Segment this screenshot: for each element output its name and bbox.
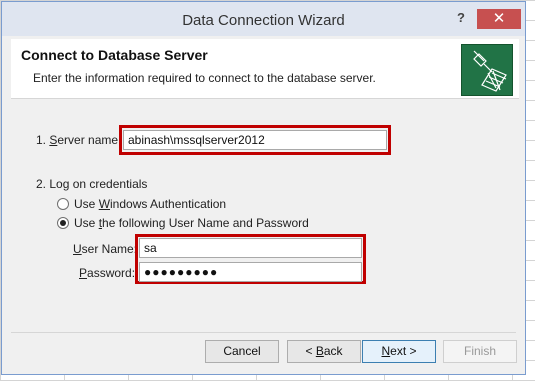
password-input[interactable] (139, 262, 362, 282)
window-title: Data Connection Wizard (182, 12, 345, 29)
radio-selected-dot (60, 220, 66, 226)
data-connection-wizard-dialog: Data Connection Wizard ? ✕ Connect to Da… (1, 1, 526, 375)
cancel-button[interactable]: Cancel (205, 340, 279, 363)
server-name-label: 1. Server name: (36, 133, 122, 147)
next-button[interactable]: Next > (362, 340, 436, 363)
database-connection-icon (461, 44, 513, 96)
finish-button[interactable]: Finish (443, 340, 517, 363)
help-button[interactable]: ? (453, 10, 469, 26)
header-subtitle: Enter the information required to connec… (33, 71, 376, 85)
password-label: Password: (79, 266, 136, 280)
windows-auth-label[interactable]: Use Windows Authentication (74, 197, 226, 211)
username-input[interactable] (139, 238, 362, 258)
username-password-radio[interactable] (57, 217, 69, 229)
wizard-header: Connect to Database Server Enter the inf… (11, 39, 519, 99)
header-title: Connect to Database Server (21, 47, 208, 63)
username-password-label[interactable]: Use the following User Name and Password (74, 216, 309, 230)
back-button[interactable]: < Back (287, 340, 361, 363)
close-button[interactable]: ✕ (477, 9, 521, 29)
title-bar: Data Connection Wizard ? ✕ (2, 2, 525, 36)
username-label: User Name: (73, 242, 138, 256)
logon-credentials-heading: 2. Log on credentials (36, 177, 148, 191)
footer-divider (11, 332, 516, 333)
windows-auth-radio[interactable] (57, 198, 69, 210)
server-name-input[interactable] (123, 130, 387, 150)
